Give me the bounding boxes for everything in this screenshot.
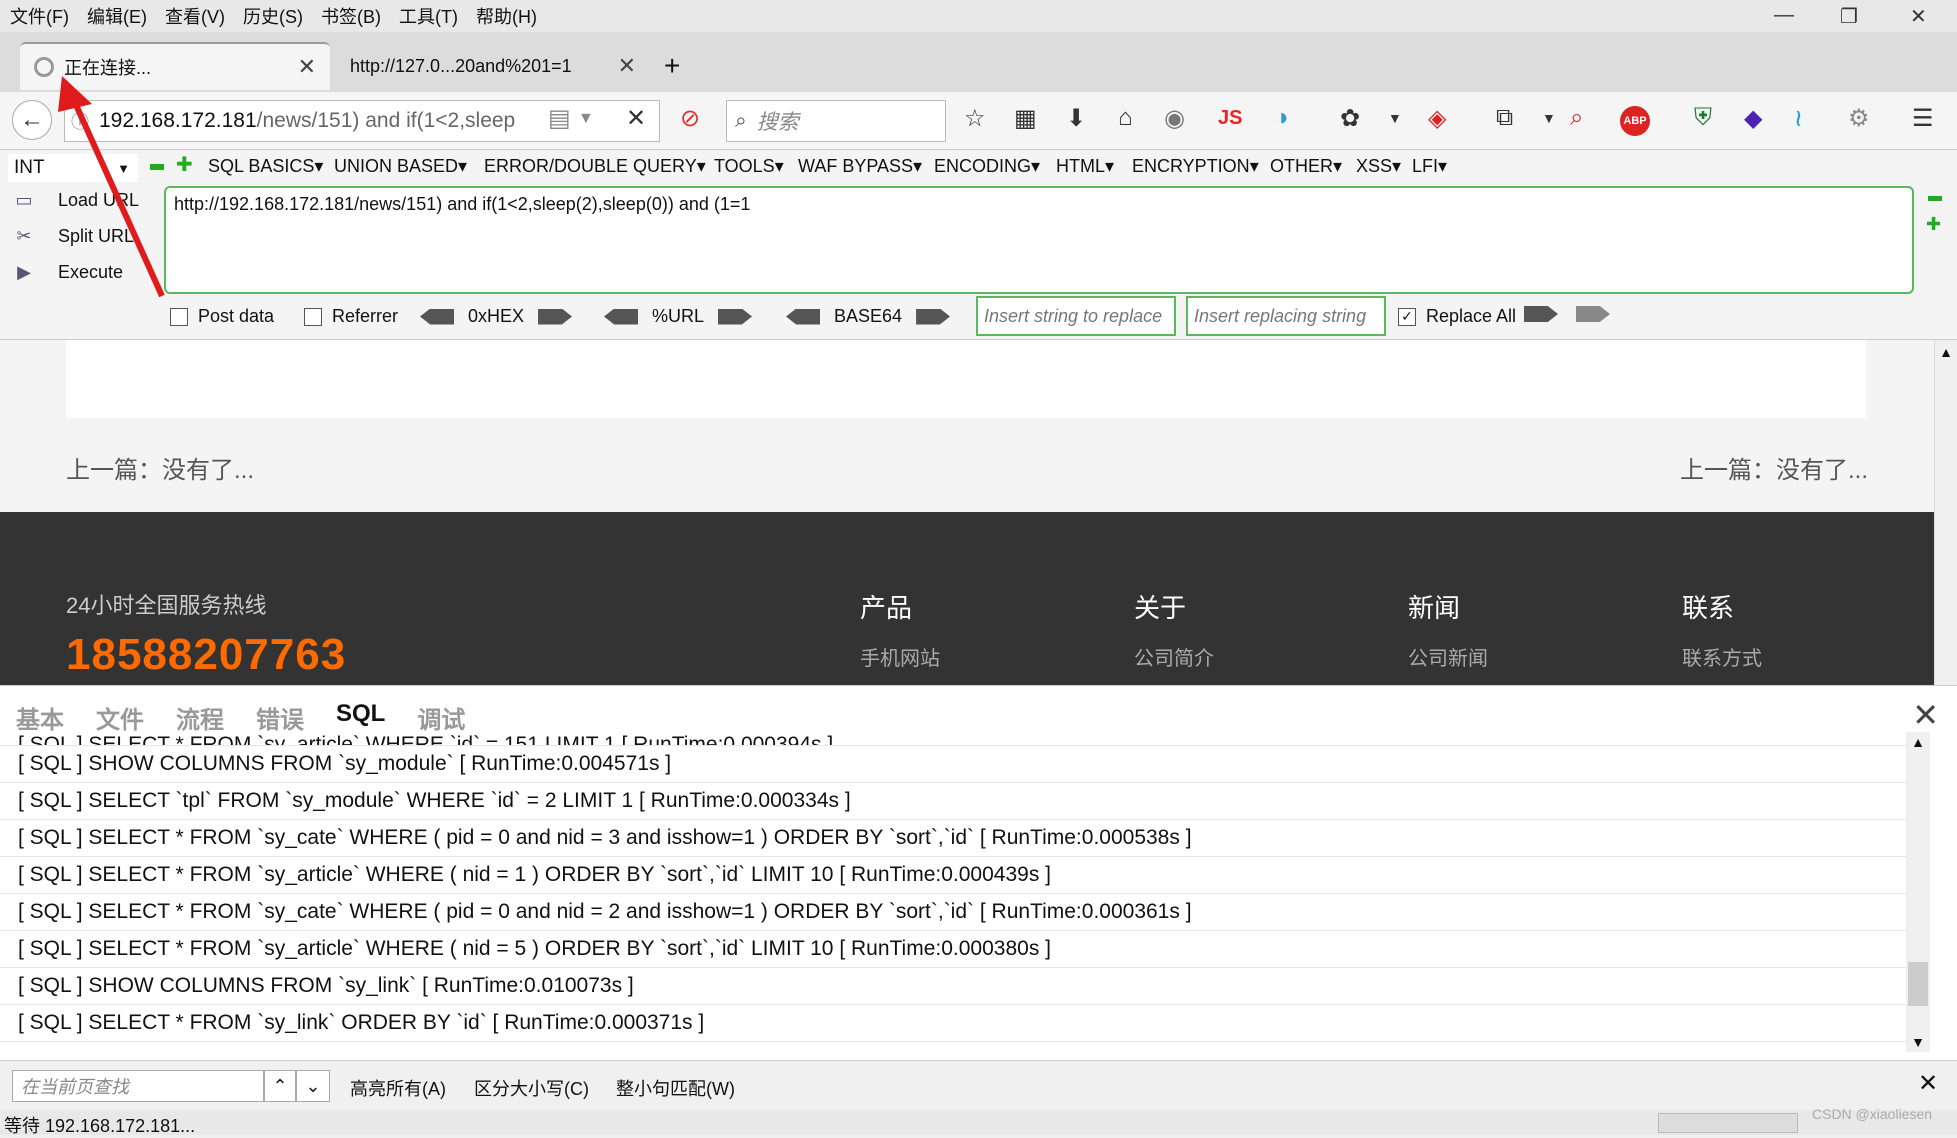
annotation-arrow-head bbox=[58, 76, 92, 112]
annotation-arrow bbox=[58, 76, 165, 298]
annotation-arrow-line bbox=[69, 94, 165, 298]
